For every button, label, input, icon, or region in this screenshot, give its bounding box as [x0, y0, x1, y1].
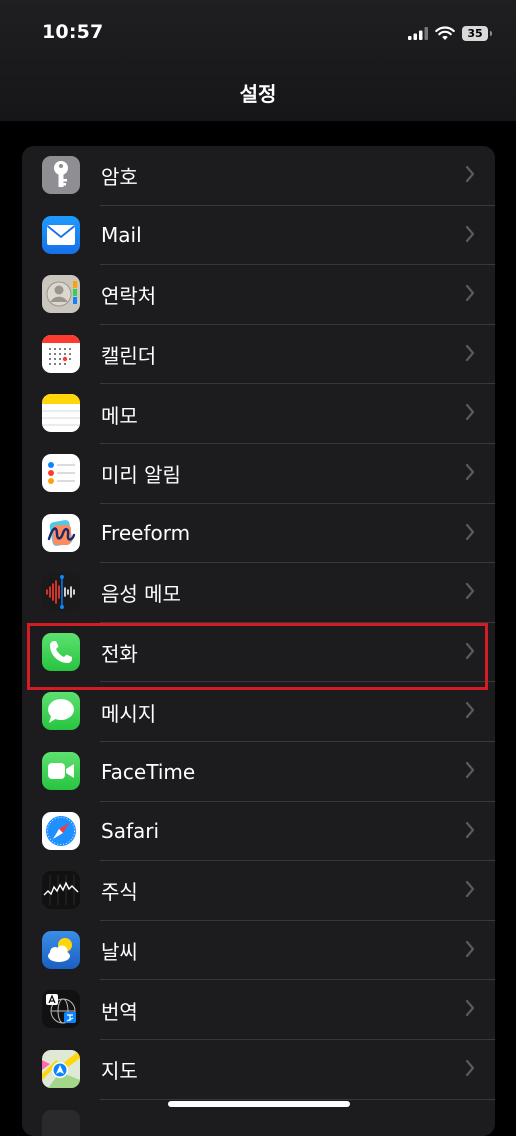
status-icons: 35 [408, 22, 488, 44]
settings-row-mail[interactable]: Mail [22, 206, 495, 266]
settings-row-maps[interactable]: 지도 [22, 1040, 495, 1100]
settings-row-voice-memos[interactable]: 음성 메모 [22, 563, 495, 623]
contacts-icon [42, 275, 80, 313]
settings-row-label: 번역 [101, 996, 138, 1025]
chevron-right-icon [465, 582, 475, 600]
settings-row-translate[interactable]: 번역 [22, 980, 495, 1040]
safari-icon [42, 812, 80, 850]
settings-row-label: 지도 [101, 1055, 138, 1084]
settings-row-label: 메모 [101, 400, 138, 429]
chevron-right-icon [465, 463, 475, 481]
settings-list: 암호 Mail 연락처 캘린더 메모 [22, 146, 495, 1136]
key-icon [42, 156, 80, 194]
wifi-icon [435, 26, 455, 41]
settings-row-label: 날씨 [101, 936, 138, 965]
settings-row-label: 암호 [101, 161, 138, 190]
stocks-icon [42, 871, 80, 909]
chevron-right-icon [465, 761, 475, 779]
settings-row-label: 미리 알림 [101, 459, 181, 488]
chevron-right-icon [465, 642, 475, 660]
freeform-icon [42, 514, 80, 552]
settings-row-label: 메시지 [101, 698, 156, 727]
settings-row-label: Mail [101, 223, 142, 247]
chevron-right-icon [465, 1059, 475, 1077]
settings-row-label: 캘린더 [101, 340, 156, 369]
page-title: 설정 [0, 78, 516, 107]
chevron-right-icon [465, 403, 475, 421]
settings-row-label: FaceTime [101, 760, 195, 784]
phone-icon [42, 633, 80, 671]
chevron-right-icon [465, 225, 475, 243]
calendar-icon [42, 335, 80, 373]
voice-memos-icon [42, 573, 80, 611]
settings-row-freeform[interactable]: Freeform [22, 504, 495, 564]
settings-row-weather[interactable]: 날씨 [22, 921, 495, 981]
chevron-right-icon [465, 821, 475, 839]
home-indicator[interactable] [168, 1101, 350, 1107]
notes-icon [42, 394, 80, 432]
mail-icon [42, 216, 80, 254]
chevron-right-icon [465, 701, 475, 719]
facetime-icon [42, 752, 80, 790]
settings-row-facetime[interactable]: FaceTime [22, 742, 495, 802]
settings-row-calendar[interactable]: 캘린더 [22, 325, 495, 385]
status-time: 10:57 [42, 21, 103, 43]
chevron-right-icon [465, 940, 475, 958]
chevron-right-icon [465, 284, 475, 302]
settings-row-label: 주식 [101, 876, 138, 905]
settings-row-label: 연락처 [101, 280, 156, 309]
settings-row-messages[interactable]: 메시지 [22, 682, 495, 742]
chevron-right-icon [465, 165, 475, 183]
settings-row-safari[interactable]: Safari [22, 802, 495, 862]
settings-row-notes[interactable]: 메모 [22, 384, 495, 444]
settings-row-reminders[interactable]: 미리 알림 [22, 444, 495, 504]
chevron-right-icon [465, 880, 475, 898]
chevron-right-icon [465, 523, 475, 541]
settings-row-label: Safari [101, 819, 159, 843]
reminders-icon [42, 454, 80, 492]
messages-icon [42, 692, 80, 730]
chevron-right-icon [465, 344, 475, 362]
chevron-right-icon [465, 999, 475, 1017]
settings-row-label: Freeform [101, 521, 190, 545]
navigation-header: 10:57 35 설정 [0, 0, 516, 121]
settings-row-passwords[interactable]: 암호 [22, 146, 495, 206]
app-icon [42, 1110, 80, 1136]
settings-row-phone[interactable]: 전화 [22, 623, 495, 683]
settings-row-contacts[interactable]: 연락처 [22, 265, 495, 325]
battery-icon: 35 [462, 26, 488, 41]
settings-row-label: 전화 [101, 638, 138, 667]
weather-icon [42, 931, 80, 969]
cellular-signal-icon [408, 27, 428, 40]
settings-row-label: 음성 메모 [101, 578, 181, 607]
maps-icon [42, 1050, 80, 1088]
translate-icon [42, 990, 80, 1028]
settings-row-stocks[interactable]: 주식 [22, 861, 495, 921]
